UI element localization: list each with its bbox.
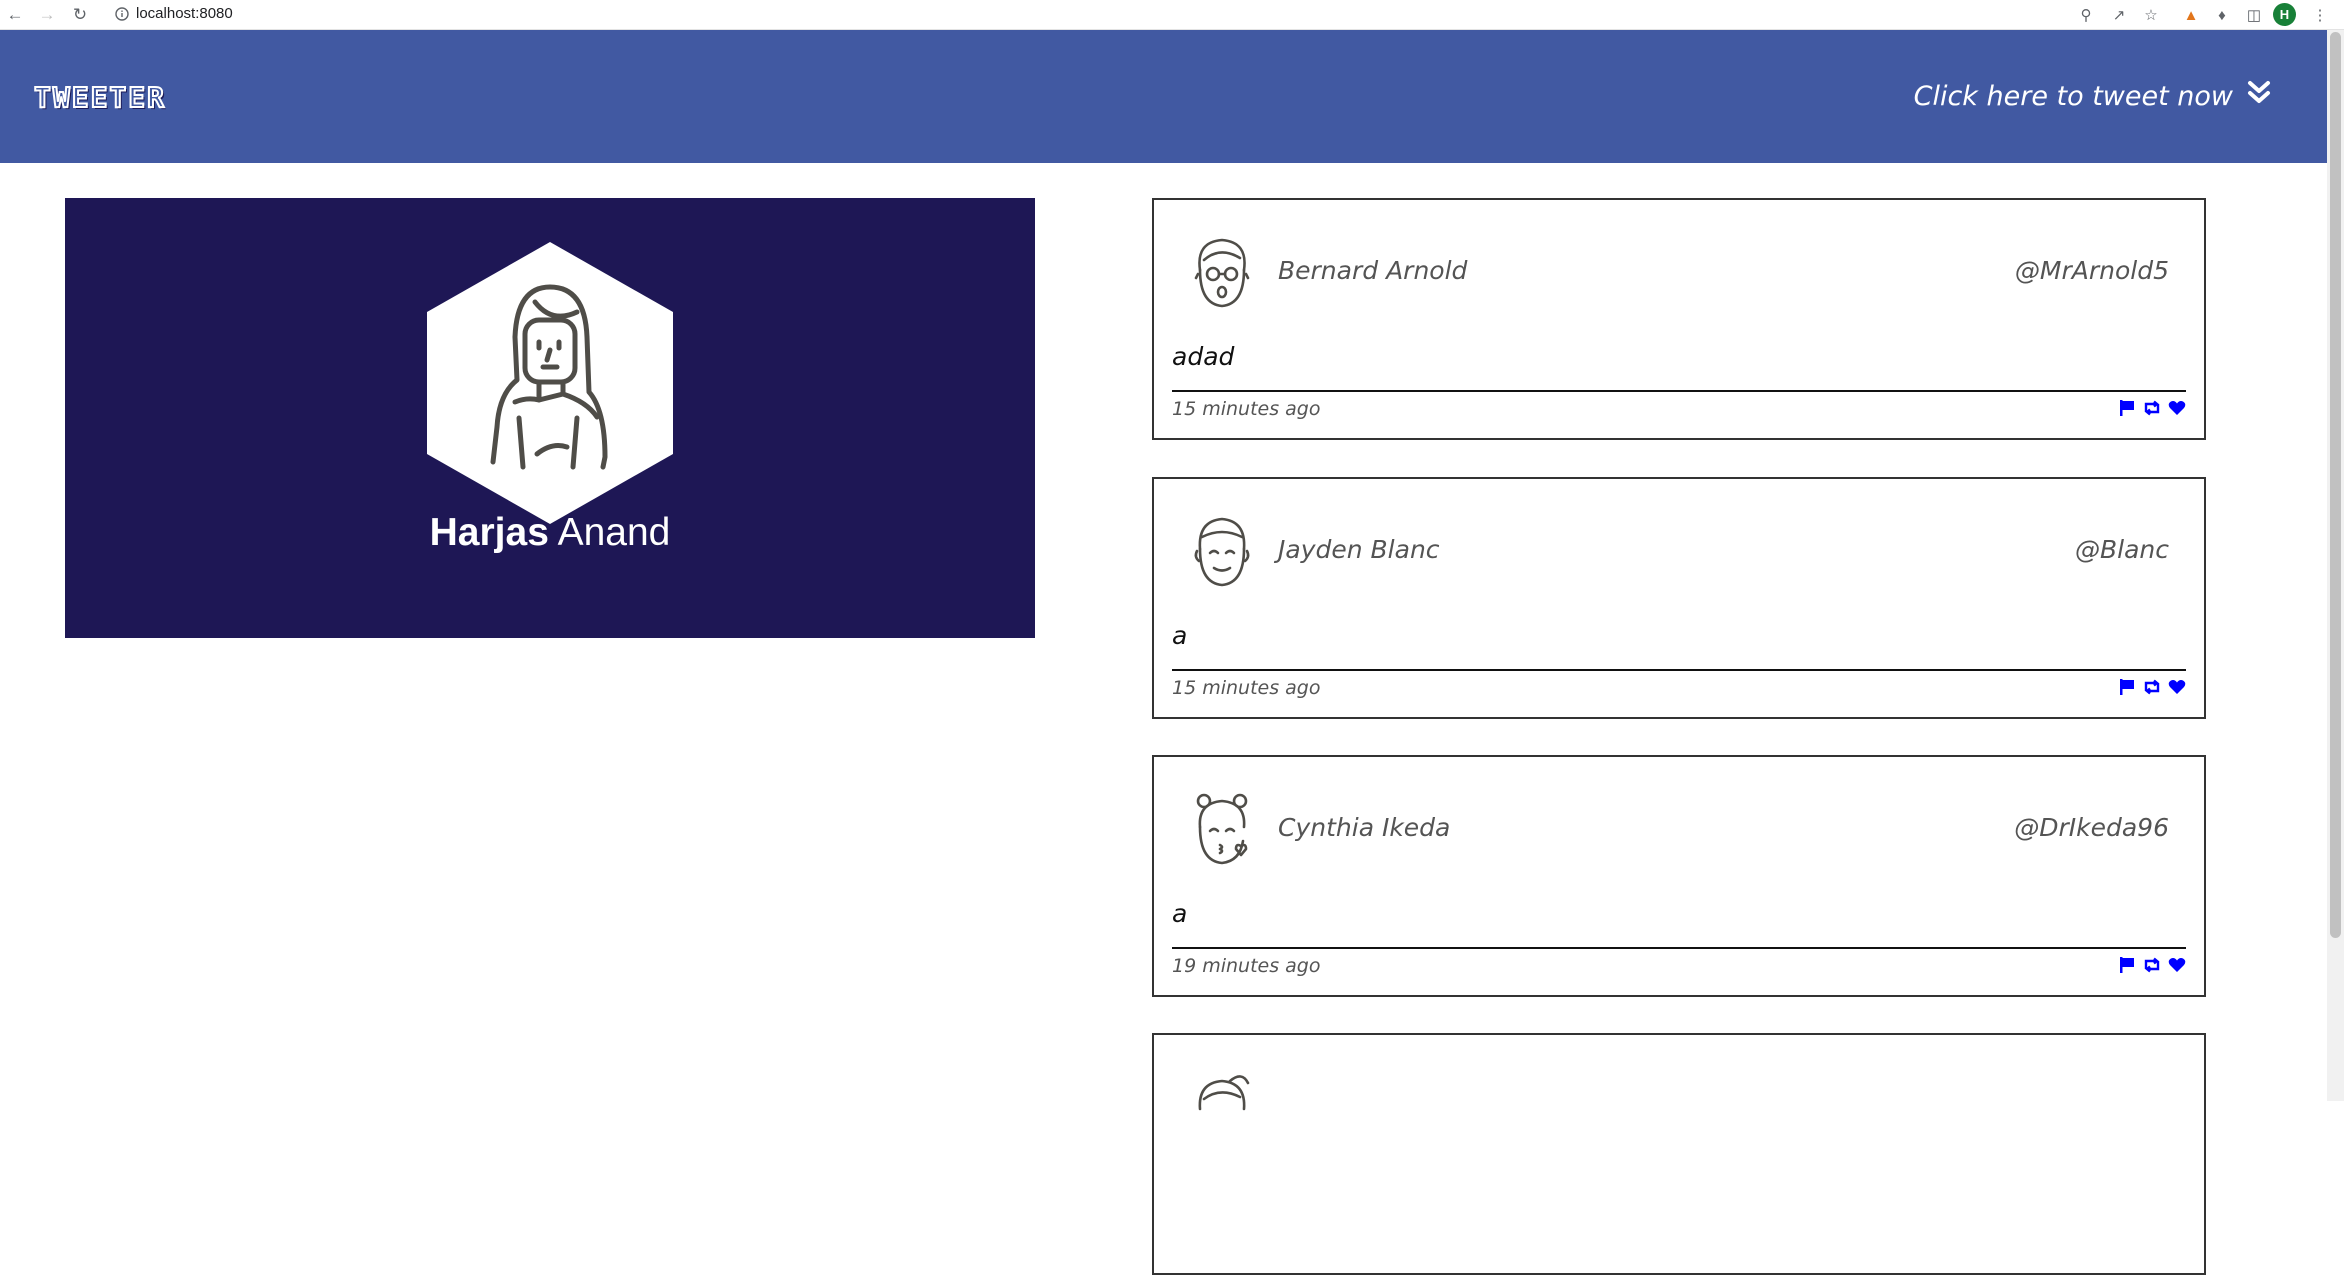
ponytail-face-icon [1190,1069,1254,1145]
compose-label[interactable]: Click here to tweet now [1914,81,2233,112]
profile-card: Harjas Anand [65,198,1035,638]
retweet-icon[interactable] [2143,678,2161,696]
tweet-card [1152,1033,2206,1275]
browser-toolbar: ← → ↻ localhost:8080 ⚲ ↗ ☆ ▲ ♦ ◫ H ⋮ [0,0,2344,30]
glasses-face-icon [1190,234,1254,310]
compose-toggle[interactable]: Click here to tweet now [1914,80,2271,113]
profile-avatar-hexagon [427,242,673,529]
flag-icon[interactable] [2118,399,2136,417]
heart-icon[interactable] [2168,956,2186,974]
logo[interactable]: TWEETER [33,80,166,115]
profile-last-name: Anand [557,511,671,554]
bookmark-star-icon[interactable]: ☆ [2140,4,2162,26]
side-panel-icon[interactable]: ◫ [2243,4,2265,26]
author-handle: @MrArnold5 [2014,256,2169,285]
scrollbar-thumb[interactable] [2330,32,2341,938]
heart-icon[interactable] [2168,678,2186,696]
profile-avatar[interactable]: H [2273,3,2296,26]
tweet-card: Jayden Blanc @Blanc a 15 minutes ago [1152,477,2206,719]
metamask-extension-icon[interactable]: ▲ [2180,4,2202,26]
tweet-actions [2118,399,2186,417]
forward-icon[interactable]: → [36,0,58,30]
tweet-content: a [1172,899,1188,928]
app-header: TWEETER Click here to tweet now [0,30,2327,163]
kebab-menu-icon[interactable]: ⋮ [2309,4,2331,26]
page-scrollbar[interactable] [2327,30,2344,1101]
divider [1172,947,2186,949]
author-name: Cynthia Ikeda [1278,813,1451,842]
tweet-content: a [1172,621,1188,650]
kissing-face-icon [1190,791,1254,867]
tweet-timestamp: 19 minutes ago [1172,955,1321,977]
retweet-icon[interactable] [2143,399,2161,417]
divider [1172,390,2186,392]
retweet-icon[interactable] [2143,956,2161,974]
double-chevron-down-icon[interactable] [2247,80,2271,113]
tweet-content: adad [1172,342,1235,371]
author-handle: @Blanc [2074,535,2169,564]
flag-icon[interactable] [2118,678,2136,696]
tweet-actions [2118,678,2186,696]
profile-name: Harjas Anand [65,511,1035,555]
smiling-face-icon [1190,513,1254,589]
back-icon[interactable]: ← [4,0,26,30]
reload-icon[interactable]: ↻ [69,0,91,30]
author-handle: @DrIkeda96 [2014,813,2169,842]
share-icon[interactable]: ↗ [2108,4,2130,26]
tweet-timestamp: 15 minutes ago [1172,677,1321,699]
author-name: Jayden Blanc [1278,535,1440,564]
tweet-card: Cynthia Ikeda @DrIkeda96 a 19 minutes ag… [1152,755,2206,997]
zoom-icon[interactable]: ⚲ [2075,4,2097,26]
extensions-puzzle-icon[interactable]: ♦ [2211,4,2233,26]
flag-icon[interactable] [2118,956,2136,974]
tweet-card: Bernard Arnold @MrArnold5 adad 15 minute… [1152,198,2206,440]
tweet-timestamp: 15 minutes ago [1172,398,1321,420]
tweet-actions [2118,956,2186,974]
profile-first-name: Harjas [429,511,549,554]
site-info-icon[interactable] [112,4,132,24]
divider [1172,669,2186,671]
heart-icon[interactable] [2168,399,2186,417]
author-name: Bernard Arnold [1278,256,1468,285]
address-bar[interactable]: localhost:8080 [136,5,233,22]
